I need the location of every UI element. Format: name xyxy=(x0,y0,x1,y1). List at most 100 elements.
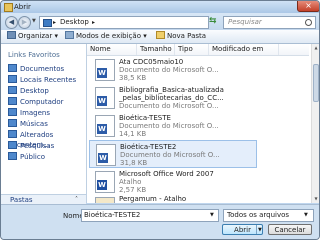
word-document-icon: W xyxy=(96,144,116,166)
file-name: Ata CDC05maio10 xyxy=(119,58,184,66)
sidebar-item-alterados-recentemente[interactable]: Alterados Recentem... xyxy=(8,130,86,149)
sidebar-item-desktop[interactable]: Desktop xyxy=(8,86,49,96)
chevron-down-icon: ▼ xyxy=(304,212,308,218)
filename-input[interactable]: Bioética-TESTE2 ▼ xyxy=(81,209,219,222)
searches-icon xyxy=(8,141,17,149)
file-name: Pergamum - Atalho xyxy=(119,195,187,203)
search-input[interactable]: Pesquisar xyxy=(223,16,316,29)
breadcrumb-arrow-icon[interactable]: ▸ xyxy=(92,18,95,27)
cancel-label: Cancelar xyxy=(274,226,306,234)
file-size: 14,1 KB xyxy=(119,130,147,138)
views-icon xyxy=(65,31,74,39)
organize-label: Organizar xyxy=(18,32,53,40)
back-button[interactable]: ◀ xyxy=(5,16,18,29)
file-name: Bioética-TESTE2 xyxy=(120,143,177,151)
shortcut-icon xyxy=(95,197,115,203)
file-name: Microsoft Office Word 2007 xyxy=(119,170,214,178)
file-item-selected[interactable]: W Bioética-TESTE2 Documento do Microsoft… xyxy=(89,140,257,168)
folders-label: Pastas xyxy=(10,196,33,204)
arrow-right-icon: ▶ xyxy=(21,18,28,26)
file-type: Documento do Microsoft O... xyxy=(120,151,220,159)
music-icon xyxy=(8,119,17,127)
file-item[interactable]: W Microsoft Office Word 2007 Atalho 2,57… xyxy=(89,168,257,196)
window-title: Abrir xyxy=(14,3,31,11)
close-button[interactable]: × xyxy=(297,1,319,12)
recent-places-icon xyxy=(8,75,17,83)
file-list: Nome Tamanho Tipo Modificado em W Ata CD… xyxy=(87,44,319,203)
sidebar-item-musicas[interactable]: Músicas xyxy=(8,119,48,129)
scrollbar-thumb[interactable] xyxy=(313,64,319,102)
address-bar[interactable]: ▸ Desktop ▸ ▼ xyxy=(39,16,241,29)
search-placeholder: Pesquisar xyxy=(228,18,262,26)
breadcrumb-arrow-icon[interactable]: ▸ xyxy=(53,18,56,27)
open-label: Abrir xyxy=(234,226,251,234)
file-type: Documento do Microsoft O... xyxy=(119,122,219,130)
file-size: 2,57 KB xyxy=(119,186,147,194)
filetype-select[interactable]: Todos os arquivos ▼ xyxy=(223,209,314,222)
toolbar: Organizar ▾ Modos de exibição ▾ Nova Pas… xyxy=(1,30,319,44)
file-item[interactable]: W Ata CDC05maio10 Documento do Microsoft… xyxy=(89,56,257,84)
file-name: Bibliografia_Basica-atualizada xyxy=(119,86,224,94)
open-dialog: Abrir × ◀ ▶ ▼ ▸ Desktop ▸ ▼ ⇆ Pesquisar … xyxy=(0,0,320,240)
arrow-left-icon: ◀ xyxy=(8,18,15,26)
word-document-icon: W xyxy=(95,115,115,137)
public-folder-icon xyxy=(8,152,17,160)
refresh-icon[interactable]: ⇆ xyxy=(209,16,217,27)
close-icon: × xyxy=(305,1,312,10)
scroll-up-icon[interactable]: ▲ xyxy=(313,45,319,51)
folder-icon xyxy=(4,3,13,12)
dialog-footer: Nome: Bioética-TESTE2 ▼ Todos os arquivo… xyxy=(1,204,319,239)
computer-icon xyxy=(8,97,17,105)
sidebar-item-pesquisas[interactable]: Pesquisas xyxy=(8,141,54,151)
favorite-links-heading: Links Favoritos xyxy=(8,51,60,59)
word-document-icon: W xyxy=(95,59,115,81)
file-size: 38,5 KB xyxy=(119,74,147,82)
file-item[interactable]: W Bibliografia_Basica-atualizada _pelas_… xyxy=(89,84,257,112)
organize-button[interactable]: Organizar ▾ xyxy=(7,31,58,42)
sidebar-item-imagens[interactable]: Imagens xyxy=(8,108,50,118)
breadcrumb-desktop[interactable]: Desktop xyxy=(60,18,89,27)
desktop-icon xyxy=(43,19,52,27)
new-folder-label: Nova Pasta xyxy=(167,32,207,40)
view-modes-button[interactable]: Modos de exibição ▾ xyxy=(65,31,147,42)
file-name: Bioética-TESTE xyxy=(119,114,171,122)
title-bar: Abrir × xyxy=(1,1,319,13)
forward-button[interactable]: ▶ xyxy=(18,16,31,29)
scroll-down-icon[interactable]: ▼ xyxy=(313,196,319,202)
file-name-continued: _pelas_bibliotecarias_do_CC... xyxy=(119,94,224,102)
open-button[interactable]: Abrir ▼ xyxy=(222,224,263,235)
sidebar-item-locais-recentes[interactable]: Locais Recentes xyxy=(8,75,76,85)
filetype-value: Todos os arquivos xyxy=(227,211,290,219)
column-type[interactable]: Tipo xyxy=(175,44,209,55)
sidebar-item-computador[interactable]: Computador xyxy=(8,97,64,107)
chevron-down-icon[interactable]: ▼ xyxy=(210,211,214,220)
documents-icon xyxy=(8,64,17,72)
file-type: Atalho xyxy=(119,178,142,186)
word-shortcut-icon: W xyxy=(95,171,115,193)
file-type: Documento do Microsoft O... xyxy=(119,102,219,110)
new-folder-icon xyxy=(156,31,165,39)
chevron-down-icon[interactable]: ▼ xyxy=(258,225,262,236)
file-item[interactable]: W Bioética-TESTE Documento do Microsoft … xyxy=(89,112,257,140)
column-header: Nome Tamanho Tipo Modificado em xyxy=(87,44,309,56)
column-modified[interactable]: Modificado em xyxy=(209,44,279,55)
navigation-pane: Links Favoritos Documentos Locais Recent… xyxy=(1,44,87,203)
history-dropdown[interactable]: ▼ xyxy=(32,18,36,24)
column-size[interactable]: Tamanho xyxy=(137,44,175,55)
recently-changed-icon xyxy=(8,130,17,138)
vertical-scrollbar[interactable]: ▲ ▼ xyxy=(311,44,319,203)
chevron-up-icon: ˄ xyxy=(75,196,78,203)
organize-icon xyxy=(7,31,16,39)
sidebar-item-publico[interactable]: Público xyxy=(8,152,45,162)
desktop-icon xyxy=(8,86,17,94)
cancel-button[interactable]: Cancelar xyxy=(268,224,312,235)
file-type: Documento do Microsoft O... xyxy=(119,66,219,74)
navigation-bar: ◀ ▶ ▼ ▸ Desktop ▸ ▼ ⇆ Pesquisar xyxy=(1,13,319,30)
pictures-icon xyxy=(8,108,17,116)
view-modes-label: Modos de exibição xyxy=(76,32,141,40)
search-icon[interactable] xyxy=(305,19,312,26)
file-item[interactable]: Pergamum - Atalho xyxy=(89,194,257,203)
column-name[interactable]: Nome xyxy=(87,44,137,55)
new-folder-button[interactable]: Nova Pasta xyxy=(156,31,206,42)
sidebar-item-documentos[interactable]: Documentos xyxy=(8,64,64,74)
